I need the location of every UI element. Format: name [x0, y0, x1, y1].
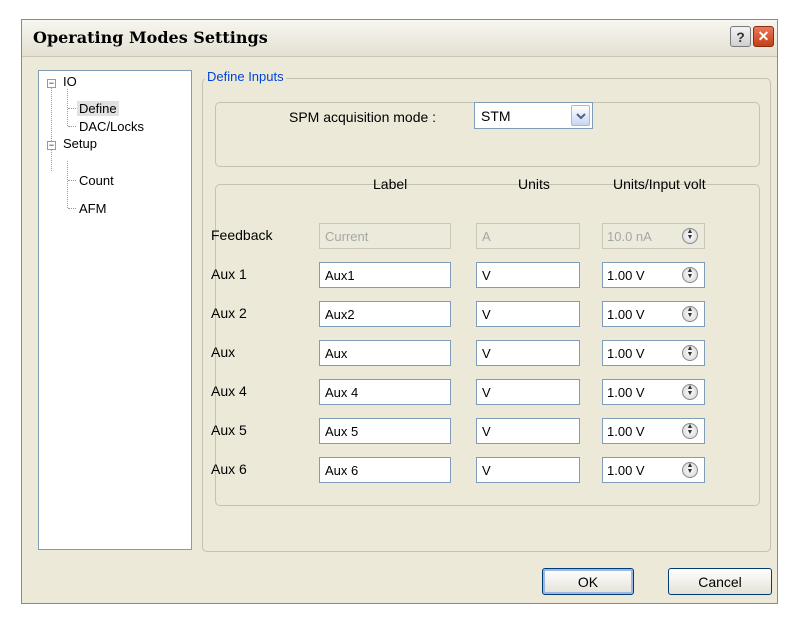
- acquisition-mode-label: SPM acquisition mode :: [289, 109, 437, 125]
- units-input[interactable]: V: [476, 262, 580, 288]
- units-per-volt-value: 10.0 nA: [607, 229, 652, 244]
- spin-updown-icon[interactable]: ▲ ▼: [682, 345, 698, 361]
- spin-updown-icon: ▲ ▼: [682, 228, 698, 244]
- collapse-icon[interactable]: −: [47, 79, 56, 88]
- label-input: Current: [319, 223, 451, 249]
- units-per-volt-spinner[interactable]: 1.00 V ▲ ▼: [602, 262, 705, 288]
- label-input[interactable]: Aux 6: [319, 457, 451, 483]
- define-inputs-legend: Define Inputs: [205, 69, 286, 84]
- tree-line: [68, 126, 76, 127]
- units-per-volt-value: 1.00 V: [607, 268, 645, 283]
- tree-item-setup[interactable]: Setup: [63, 136, 97, 151]
- units-per-volt-value: 1.00 V: [607, 307, 645, 322]
- help-button[interactable]: ?: [730, 26, 751, 47]
- label-input[interactable]: Aux1: [319, 262, 451, 288]
- units-per-volt-spinner[interactable]: 1.00 V ▲ ▼: [602, 418, 705, 444]
- units-per-volt-spinner[interactable]: 1.00 V ▲ ▼: [602, 379, 705, 405]
- column-header-units-per-volt: Units/Input volt: [613, 176, 706, 192]
- tree-item-define[interactable]: Define: [77, 101, 119, 116]
- row-label: Aux 5: [211, 422, 247, 438]
- units-per-volt-value: 1.00 V: [607, 463, 645, 478]
- row-label: Aux: [211, 344, 236, 360]
- column-header-label: Label: [373, 176, 408, 192]
- units-input[interactable]: V: [476, 340, 580, 366]
- units-per-volt-spinner[interactable]: 1.00 V ▲ ▼: [602, 340, 705, 366]
- collapse-icon[interactable]: −: [47, 141, 56, 150]
- acquisition-mode-value: STM: [481, 108, 511, 124]
- units-per-volt-spinner[interactable]: 1.00 V ▲ ▼: [602, 457, 705, 483]
- units-input[interactable]: V: [476, 379, 580, 405]
- column-header-units: Units: [518, 176, 550, 192]
- units-input[interactable]: V: [476, 418, 580, 444]
- close-button[interactable]: ✕: [753, 26, 774, 47]
- tree-line: [68, 208, 76, 209]
- dialog-window: Operating Modes Settings ? ✕ − IO Define…: [21, 19, 778, 604]
- spin-updown-icon[interactable]: ▲ ▼: [682, 423, 698, 439]
- units-input: A: [476, 223, 580, 249]
- units-per-volt-value: 1.00 V: [607, 424, 645, 439]
- tree-line: [51, 87, 52, 171]
- spin-updown-icon[interactable]: ▲ ▼: [682, 462, 698, 478]
- row-label: Feedback: [211, 227, 273, 243]
- ok-button[interactable]: OK: [542, 568, 634, 595]
- units-input[interactable]: V: [476, 301, 580, 327]
- row-label: Aux 1: [211, 266, 247, 282]
- units-per-volt-spinner: 10.0 nA ▲ ▼: [602, 223, 705, 249]
- title-bar[interactable]: Operating Modes Settings ? ✕: [22, 20, 777, 57]
- window-title: Operating Modes Settings: [33, 28, 268, 47]
- row-label: Aux 4: [211, 383, 247, 399]
- tree-line: [68, 180, 76, 181]
- acquisition-mode-select[interactable]: STM: [474, 102, 593, 129]
- chevron-down-icon[interactable]: [571, 105, 590, 126]
- tree-item-dac-locks[interactable]: DAC/Locks: [79, 119, 144, 134]
- tree-item-count[interactable]: Count: [79, 173, 114, 188]
- label-input[interactable]: Aux2: [319, 301, 451, 327]
- settings-tree[interactable]: − IO Define DAC/Locks − Setup Count AFM: [38, 70, 192, 550]
- spin-updown-icon[interactable]: ▲ ▼: [682, 306, 698, 322]
- label-input[interactable]: Aux 4: [319, 379, 451, 405]
- tree-item-afm[interactable]: AFM: [79, 201, 106, 216]
- spin-updown-icon[interactable]: ▲ ▼: [682, 267, 698, 283]
- cancel-button[interactable]: Cancel: [668, 568, 772, 595]
- tree-item-io[interactable]: IO: [63, 74, 77, 89]
- row-label: Aux 6: [211, 461, 247, 477]
- tree-line: [68, 108, 76, 109]
- help-icon: ?: [736, 28, 745, 45]
- label-input[interactable]: Aux: [319, 340, 451, 366]
- row-label: Aux 2: [211, 305, 247, 321]
- tree-line: [67, 161, 68, 208]
- units-input[interactable]: V: [476, 457, 580, 483]
- units-per-volt-value: 1.00 V: [607, 385, 645, 400]
- units-per-volt-spinner[interactable]: 1.00 V ▲ ▼: [602, 301, 705, 327]
- units-per-volt-value: 1.00 V: [607, 346, 645, 361]
- close-icon: ✕: [757, 28, 770, 44]
- label-input[interactable]: Aux 5: [319, 418, 451, 444]
- spin-updown-icon[interactable]: ▲ ▼: [682, 384, 698, 400]
